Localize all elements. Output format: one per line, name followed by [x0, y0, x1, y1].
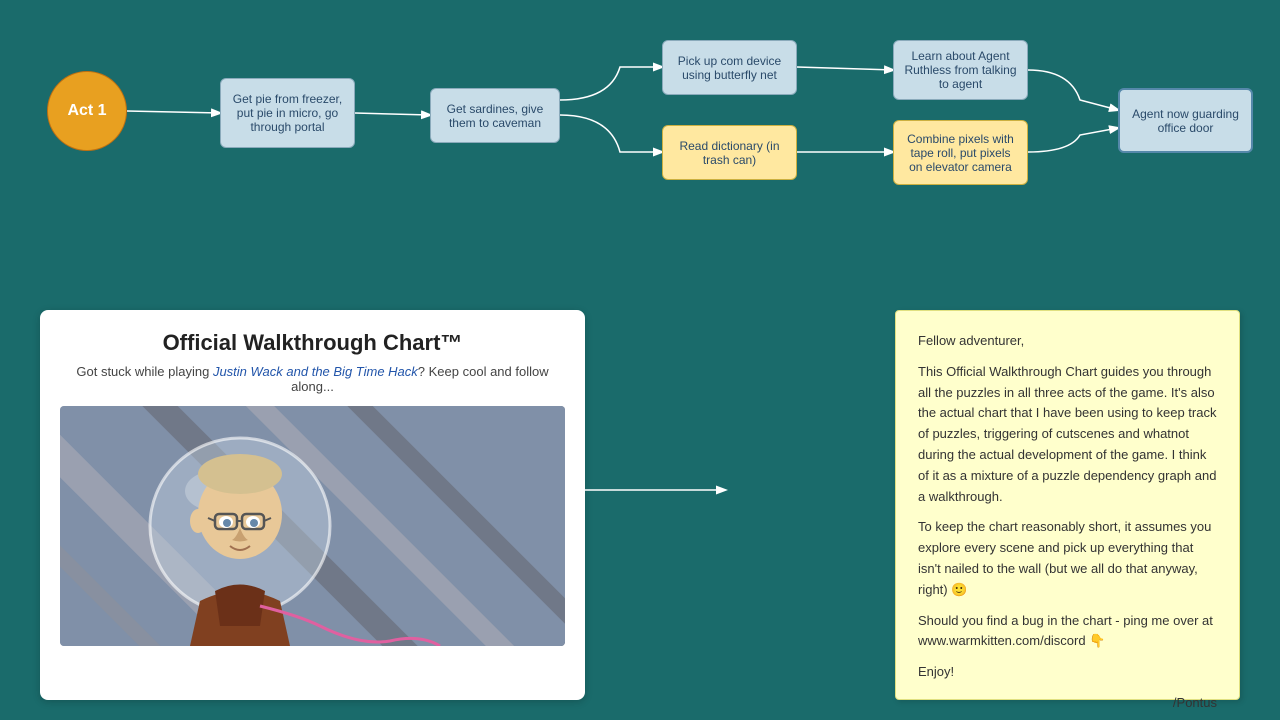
- note-para3: Should you find a bug in the chart - pin…: [918, 611, 1217, 653]
- bottom-section: Official Walkthrough Chart™ Got stuck wh…: [0, 295, 1280, 715]
- note-para4: Enjoy!: [918, 662, 1217, 683]
- flowchart-area: Act 1 Get pie from freezer, put pie in m…: [0, 0, 1280, 280]
- walkthrough-title: Official Walkthrough Chart™: [163, 330, 463, 356]
- walkthrough-subtitle: Got stuck while playing Justin Wack and …: [60, 364, 565, 394]
- node-agent-guarding: Agent now guarding office door: [1118, 88, 1253, 153]
- node-get-sardines: Get sardines, give them to caveman: [430, 88, 560, 143]
- note-greeting: Fellow adventurer,: [918, 331, 1217, 352]
- note-para1: This Official Walkthrough Chart guides y…: [918, 362, 1217, 508]
- node-com-device: Pick up com device using butterfly net: [662, 40, 797, 95]
- subtitle-plain1: Got stuck while playing: [76, 364, 213, 379]
- node-agent-ruthless: Learn about Agent Ruthless from talking …: [893, 40, 1028, 100]
- bottom-arrow-connector: [585, 480, 745, 500]
- walkthrough-card: Official Walkthrough Chart™ Got stuck wh…: [40, 310, 585, 700]
- subtitle-italic: Justin Wack and the Big Time Hack: [213, 364, 418, 379]
- note-para2: To keep the chart reasonably short, it a…: [918, 517, 1217, 600]
- node-dictionary: Read dictionary (in trash can): [662, 125, 797, 180]
- connector-lines: [0, 0, 1280, 280]
- node-act1: Act 1: [47, 71, 127, 151]
- background-svg: [60, 406, 565, 646]
- node-get-pie: Get pie from freezer, put pie in micro, …: [220, 78, 355, 148]
- game-illustration: [60, 406, 565, 646]
- note-signature: /Pontus: [918, 693, 1217, 714]
- note-card: Fellow adventurer, This Official Walkthr…: [895, 310, 1240, 700]
- node-combine-pixels: Combine pixels with tape roll, put pixel…: [893, 120, 1028, 185]
